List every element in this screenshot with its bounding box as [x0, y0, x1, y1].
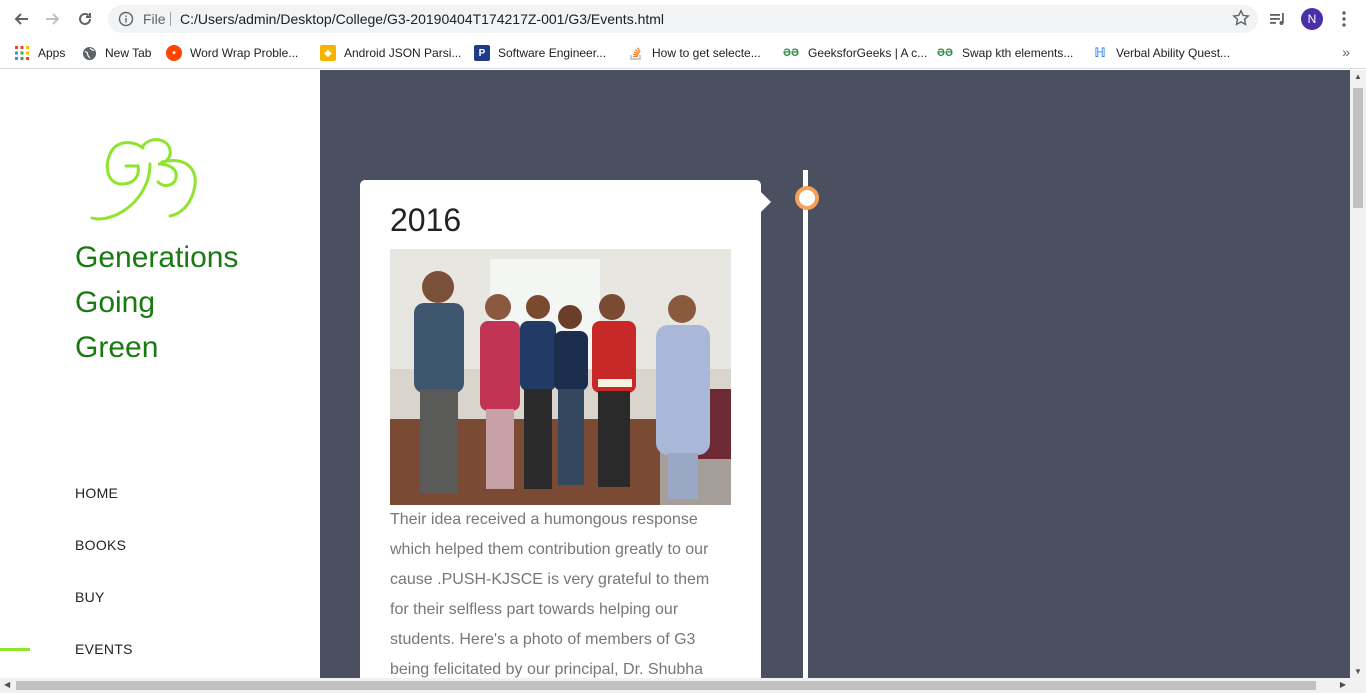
profile-button[interactable]: N	[1300, 7, 1324, 31]
bookmark-label: GeeksforGeeks | A c...	[808, 46, 928, 60]
nav-home[interactable]: HOME	[75, 485, 118, 501]
gfg-icon: ƏƏ	[937, 47, 953, 59]
timeline-line	[803, 170, 808, 678]
nav-books[interactable]: BOOKS	[75, 537, 126, 553]
kebab-menu-icon	[1342, 11, 1346, 27]
bookmark-android-json[interactable]: ◆ Android JSON Parsi...	[320, 43, 461, 63]
bookmark-label: Swap kth elements...	[962, 46, 1074, 60]
nav-buy[interactable]: BUY	[75, 589, 105, 605]
event-year: 2016	[390, 202, 462, 238]
bookmark-swap-kth[interactable]: ƏƏ Swap kth elements...	[936, 43, 1073, 63]
bookmark-apps[interactable]: Apps	[14, 43, 65, 63]
bookmark-label: Verbal Ability Quest...	[1116, 46, 1231, 60]
omnibox-divider	[170, 12, 171, 26]
indiabix-icon: ℍ	[1094, 45, 1106, 60]
url-text[interactable]: C:/Users/admin/Desktop/College/G3-201904…	[180, 11, 664, 27]
bookmark-label: Word Wrap Proble...	[190, 46, 299, 60]
scroll-left-icon[interactable]: ◀	[4, 680, 10, 689]
address-bar[interactable]: File C:/Users/admin/Desktop/College/G3-2…	[108, 5, 1258, 33]
scroll-down-icon[interactable]: ▼	[1354, 667, 1362, 676]
brand-line: Going	[75, 286, 156, 319]
playlist-icon	[1270, 13, 1284, 25]
active-nav-indicator	[0, 648, 30, 651]
gfg-icon: ƏƏ	[783, 47, 799, 59]
file-scheme-label: File	[143, 11, 166, 27]
bookmark-how-to-get[interactable]: How to get selecte...	[628, 43, 761, 63]
back-arrow-icon	[14, 13, 28, 25]
bookmark-label: Android JSON Parsi...	[344, 46, 462, 60]
forward-button[interactable]	[40, 7, 66, 31]
event-card: 2016 Their idea received a humongous res…	[360, 180, 771, 678]
site-brand: Generations Going Green	[75, 235, 238, 370]
event-description: Their idea received a humongous response…	[390, 511, 710, 678]
g3-logo	[90, 138, 197, 221]
reload-icon	[79, 12, 91, 25]
scroll-right-icon[interactable]: ▶	[1340, 680, 1346, 689]
horizontal-scrollbar[interactable]: ◀ ▶	[0, 678, 1366, 693]
brand-line: Green	[75, 331, 159, 364]
bookmark-label: How to get selecte...	[652, 46, 761, 60]
vertical-scroll-thumb[interactable]	[1353, 88, 1363, 208]
timeline-dot	[795, 186, 819, 210]
horizontal-scroll-thumb[interactable]	[16, 681, 1316, 690]
p-icon: P	[474, 45, 490, 61]
brand-line: Generations	[75, 241, 239, 274]
bookmark-label: New Tab	[105, 46, 152, 60]
bookmarks-overflow-icon[interactable]: »	[1342, 44, 1350, 60]
sidebar: Generations Going Green HOME BOOKS BUY E…	[0, 70, 320, 678]
bookmark-new-tab[interactable]: New Tab	[82, 43, 151, 63]
info-icon[interactable]	[118, 11, 134, 27]
back-button[interactable]	[8, 7, 34, 31]
apps-grid-icon	[15, 46, 29, 60]
nav-events[interactable]: EVENTS	[75, 641, 133, 657]
bookmark-word-wrap[interactable]: • Word Wrap Proble...	[166, 43, 298, 63]
avatar: N	[1301, 8, 1323, 30]
bookmark-label: Software Engineer...	[498, 46, 607, 60]
menu-button[interactable]	[1332, 7, 1356, 31]
bookmark-label: Apps	[38, 46, 66, 60]
bookmarks-bar: Apps New Tab • Word Wrap Proble... ◆ And…	[0, 38, 1366, 69]
reload-button[interactable]	[72, 7, 98, 31]
media-control-button[interactable]	[1266, 7, 1290, 31]
stackoverflow-icon	[630, 47, 641, 60]
android-icon: ◆	[320, 45, 336, 61]
forward-arrow-icon	[46, 13, 60, 25]
bookmark-verbal-ability[interactable]: ℍ Verbal Ability Quest...	[1092, 43, 1230, 63]
vertical-scrollbar[interactable]: ▲ ▼	[1350, 70, 1366, 678]
scroll-up-icon[interactable]: ▲	[1354, 72, 1362, 81]
reddit-icon: •	[166, 45, 182, 61]
event-photo	[390, 249, 731, 505]
globe-icon	[82, 46, 97, 60]
web-page: Generations Going Green HOME BOOKS BUY E…	[0, 70, 1350, 678]
bookmark-star-icon[interactable]	[1232, 9, 1250, 27]
browser-toolbar: File C:/Users/admin/Desktop/College/G3-2…	[0, 0, 1366, 38]
bookmark-software-engineer[interactable]: P Software Engineer...	[474, 43, 606, 63]
bookmark-geeksforgeeks[interactable]: ƏƏ GeeksforGeeks | A c...	[782, 43, 927, 63]
